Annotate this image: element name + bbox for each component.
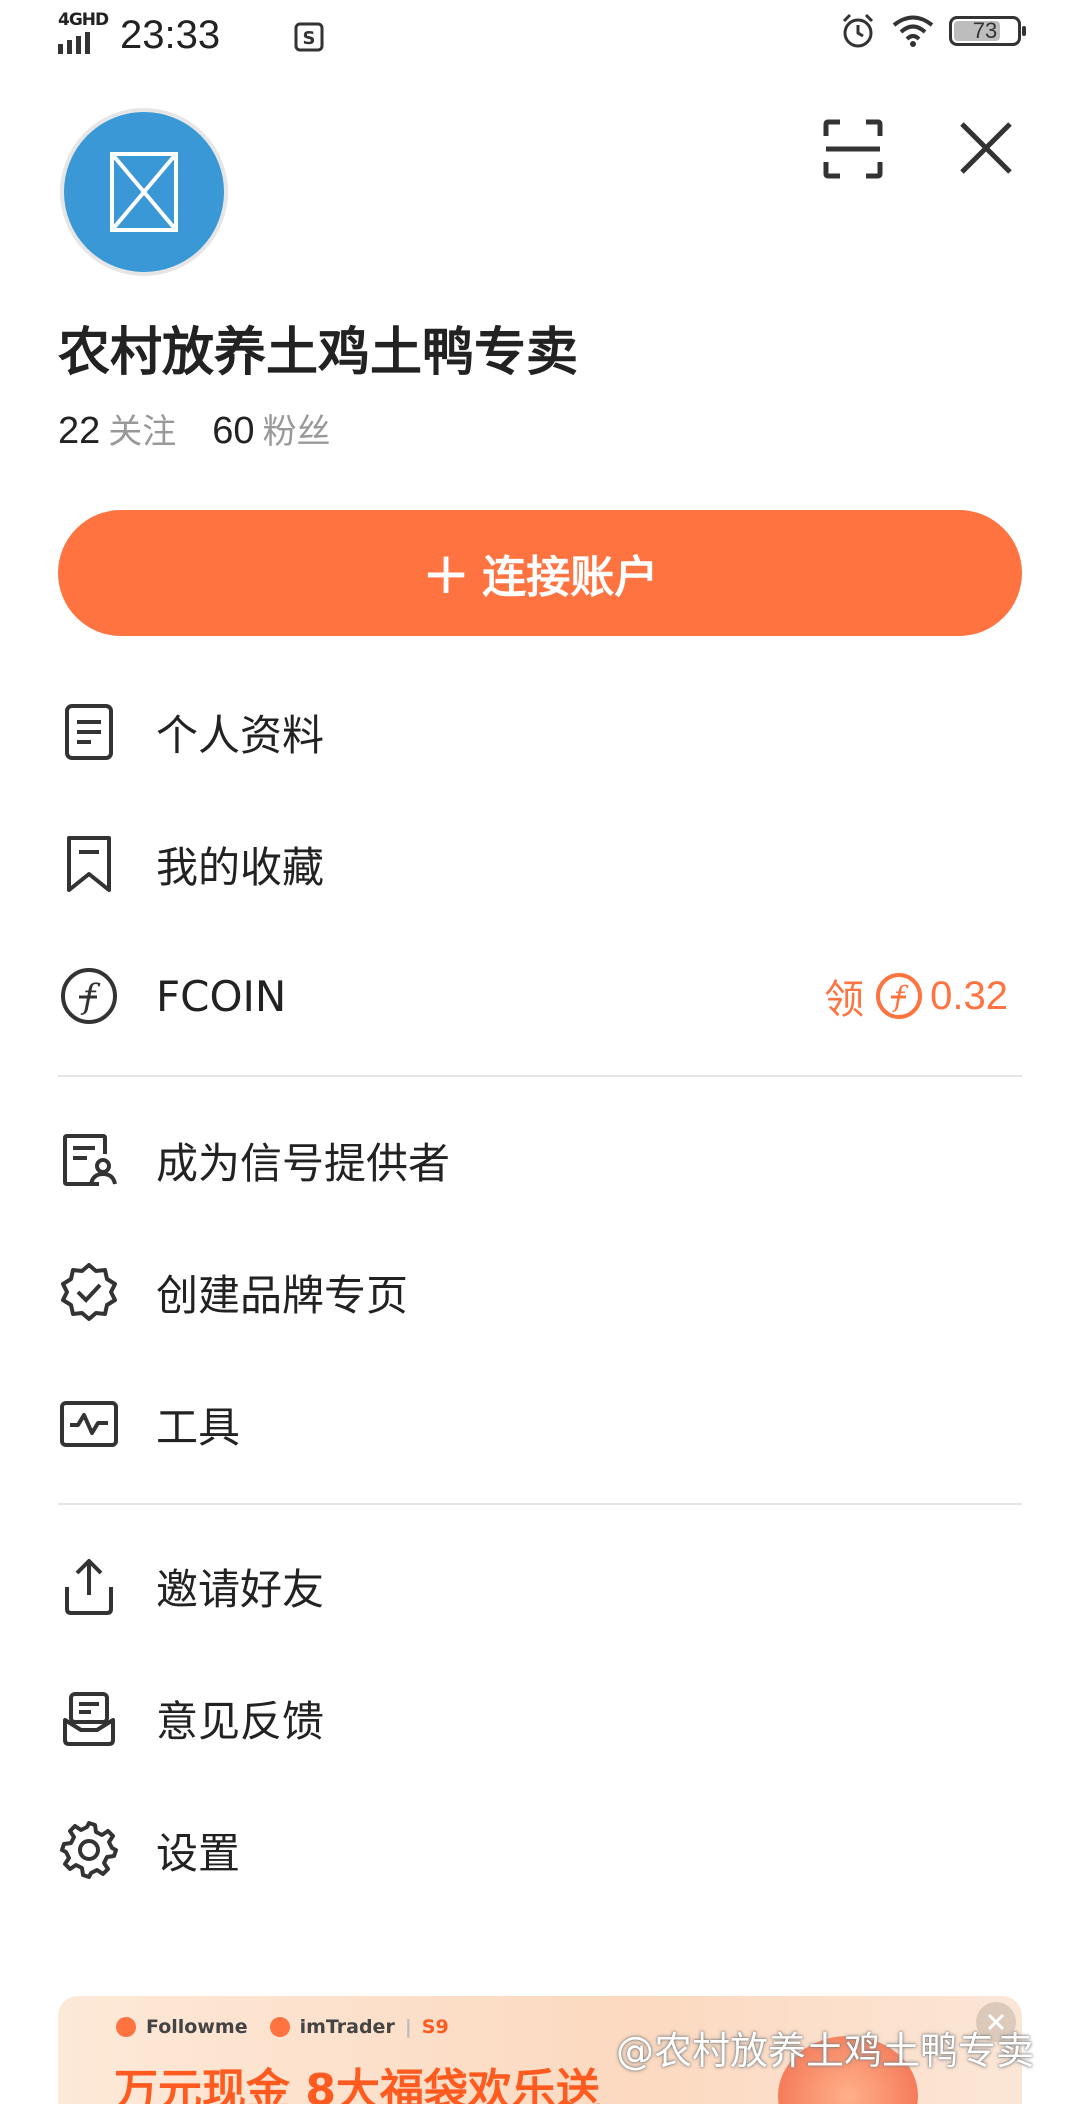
menu-item-label: 邀请好友	[156, 1564, 325, 1614]
menu-item-signal-provider[interactable]: 成为信号提供者	[58, 1110, 1022, 1210]
menu-item-label: 意见反馈	[156, 1696, 325, 1746]
menu-item-fcoin[interactable]: f FCOIN 领 f 0.32	[58, 946, 1022, 1046]
banner-separator: |	[404, 2016, 412, 2038]
fcoin-icon: f	[58, 965, 120, 1027]
scan-icon	[823, 119, 883, 179]
svg-text:S: S	[303, 28, 316, 49]
network-type: 4GHD	[58, 10, 109, 30]
signal-provider-icon	[58, 1129, 120, 1191]
menu-item-profile-info[interactable]: 个人资料	[58, 682, 1022, 782]
username: 农村放养土鸡土鸭专卖	[58, 323, 579, 383]
feedback-icon	[58, 1687, 120, 1749]
tools-chart-icon	[58, 1393, 120, 1455]
plus-icon: +	[421, 539, 471, 607]
status-bar: 4GHD 23:33 S 73	[0, 0, 1079, 70]
menu-item-label: 个人资料	[156, 710, 325, 760]
menu-item-label: 设置	[156, 1828, 241, 1878]
fcoin-orange-icon: f	[876, 973, 923, 1019]
menu-item-label: 成为信号提供者	[156, 1138, 451, 1188]
followers-count[interactable]: 60	[212, 410, 254, 453]
signal-icon	[58, 32, 90, 54]
close-button[interactable]	[958, 120, 1014, 176]
connect-account-label: 连接账户	[482, 552, 659, 603]
gear-icon	[58, 1819, 120, 1881]
image-placeholder-icon	[110, 152, 178, 232]
menu-item-label: 工具	[156, 1402, 241, 1452]
wifi-icon	[892, 15, 934, 47]
banner-headline: 万元现金 8大福袋欢乐送	[114, 2065, 600, 2104]
notification-s-icon: S	[294, 22, 324, 52]
menu-item-tools[interactable]: 工具	[58, 1374, 1022, 1474]
menu-item-favorites[interactable]: 我的收藏	[58, 814, 1022, 914]
share-icon	[58, 1555, 120, 1617]
verified-badge-icon	[58, 1261, 120, 1323]
banner-brand-s9: S9	[421, 2016, 449, 2038]
following-label[interactable]: 关注	[108, 404, 176, 453]
following-count[interactable]: 22	[58, 410, 100, 453]
menu-item-feedback[interactable]: 意见反馈	[58, 1668, 1022, 1768]
banner-brand-followme: Followme	[146, 2016, 248, 2038]
clock: 23:33	[120, 13, 221, 57]
divider	[58, 1075, 1022, 1077]
divider	[58, 1503, 1022, 1505]
followers-label[interactable]: 粉丝	[263, 404, 331, 453]
menu-item-settings[interactable]: 设置	[58, 1800, 1022, 1900]
menu-item-invite[interactable]: 邀请好友	[58, 1536, 1022, 1636]
fcoin-amount: 0.32	[930, 973, 1008, 1018]
fcoin-claim[interactable]: 领 f 0.32	[824, 967, 1008, 1025]
imtrader-logo-icon	[269, 2017, 290, 2037]
alarm-icon	[842, 13, 874, 48]
bookmark-icon	[58, 833, 120, 895]
document-icon	[58, 701, 120, 763]
connect-account-button[interactable]: + 连接账户	[58, 510, 1022, 636]
menu-item-label: 我的收藏	[156, 842, 325, 892]
profile-stats: 22 关注 60 粉丝	[58, 404, 367, 453]
menu-item-brand-page[interactable]: 创建品牌专页	[58, 1242, 1022, 1342]
banner-logos: Followme imTrader | S9	[116, 2016, 449, 2038]
menu-item-label: 创建品牌专页	[156, 1270, 409, 1320]
close-icon	[960, 122, 1012, 174]
battery-level: 73	[972, 18, 998, 43]
watermark-text: @农村放养土鸡土鸭专卖	[616, 2029, 1035, 2073]
followme-logo-icon	[116, 2017, 136, 2037]
status-right: 73	[839, 12, 1026, 50]
claim-label: 领	[824, 977, 865, 1023]
avatar[interactable]	[60, 108, 228, 276]
battery-icon: 73	[949, 16, 1026, 46]
menu-item-label: FCOIN	[156, 971, 287, 1021]
banner-brand-imtrader: imTrader	[299, 2016, 395, 2038]
scan-button[interactable]	[822, 118, 884, 180]
